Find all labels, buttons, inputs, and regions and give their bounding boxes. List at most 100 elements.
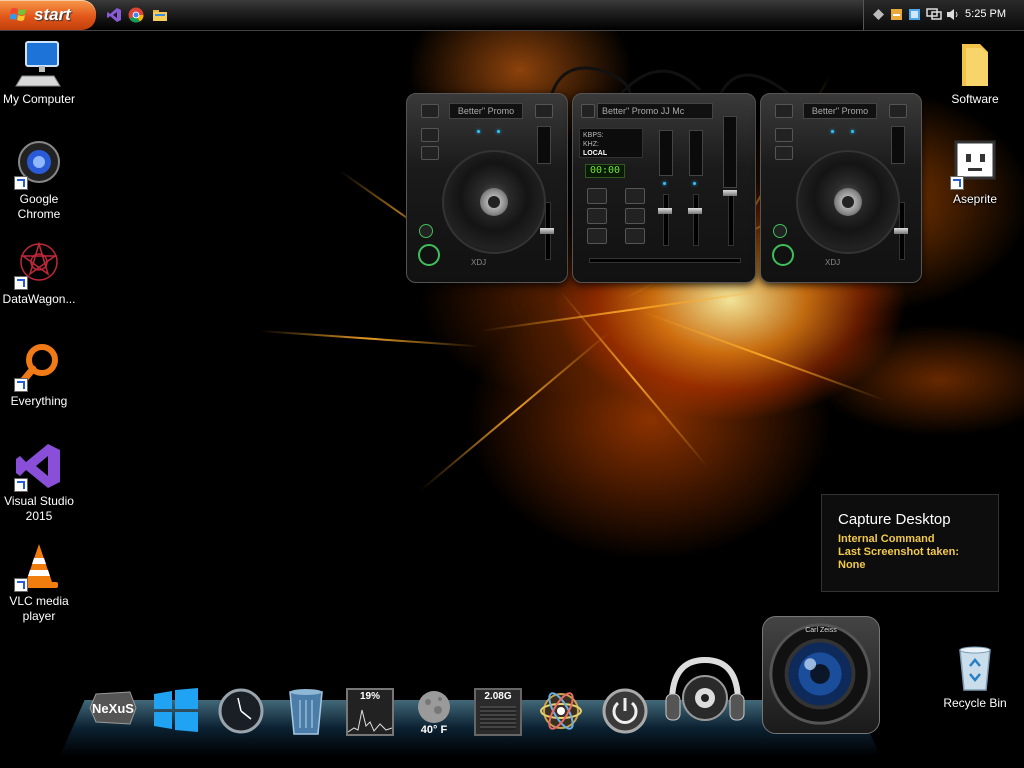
right-channel-meter [689, 130, 703, 176]
desktop-icon-aseprite[interactable]: Aseprite [936, 140, 1014, 207]
cpu-graph-icon[interactable]: 19% [346, 688, 394, 736]
mixer-led [663, 182, 666, 185]
wallpaper-streak [419, 329, 613, 492]
folder-icon [962, 44, 988, 86]
master-meter [723, 116, 737, 188]
nexus-logo-icon[interactable]: NeXuS [86, 688, 140, 728]
computer-icon [15, 41, 61, 87]
recycle-bin-icon[interactable] [286, 688, 326, 736]
recycle-bin-icon [959, 646, 991, 691]
desktop-icon-vlc[interactable]: VLC media player [0, 542, 78, 624]
clock[interactable]: 5:25 PM [965, 8, 1006, 20]
loop-button[interactable] [535, 104, 553, 118]
desktop-icon-everything[interactable]: Everything [0, 342, 78, 409]
visual-studio-icon[interactable] [106, 7, 122, 23]
desktop-icon-recycle-bin[interactable]: Recycle Bin [936, 644, 1014, 711]
mixer[interactable]: Better" Promo JJ Mc KBPS: KHZ: LOCAL 00:… [572, 93, 756, 283]
next-track-button[interactable] [421, 128, 439, 142]
folder-icon[interactable] [152, 7, 168, 23]
playlist-button[interactable] [587, 188, 607, 204]
left-channel-fader[interactable] [663, 194, 669, 246]
right-channel-fader[interactable] [693, 194, 699, 246]
desktop-icon-google-chrome[interactable]: Google Chrome [0, 140, 78, 222]
wallpaper-streak [259, 330, 480, 348]
master-fader[interactable] [728, 194, 734, 246]
headphones-icon[interactable] [664, 654, 746, 732]
window-icon[interactable] [908, 8, 921, 21]
jog-wheel[interactable] [442, 150, 546, 254]
tool-icon[interactable] [890, 8, 903, 21]
mixer-led [693, 182, 696, 185]
windows-flag-icon [10, 8, 26, 21]
clock-gauge-icon[interactable] [218, 688, 264, 734]
mixer-minimize-button[interactable] [581, 104, 595, 118]
windows-start-icon[interactable] [152, 688, 200, 732]
deck-led [851, 130, 854, 133]
next-track-button[interactable] [775, 128, 793, 142]
loop-button[interactable] [889, 104, 907, 118]
shortcut-arrow-icon [950, 176, 964, 190]
pitch-fader-knob[interactable] [894, 228, 908, 234]
chrome-icon[interactable] [128, 7, 144, 23]
memory-meter-icon[interactable]: 2.08G [474, 688, 522, 736]
atom-icon[interactable] [538, 688, 584, 734]
desktop-icon-label: My Computer [2, 92, 76, 106]
network-diamond-icon[interactable] [872, 8, 885, 21]
weather-moon-icon[interactable]: 40° F [414, 690, 454, 740]
shortcut-arrow-icon [14, 176, 28, 190]
play-pause-button[interactable] [418, 244, 440, 266]
deck-track-title: Better" Promo [803, 103, 877, 119]
desktop-icon-label: DataWagon... [2, 292, 76, 306]
shuffle-button[interactable] [625, 208, 645, 224]
cpu-percent: 19% [359, 691, 380, 702]
jog-wheel-center [834, 188, 862, 216]
effects-button[interactable] [587, 228, 607, 244]
camera-lens-icon[interactable]: Carl Zeiss [762, 616, 880, 734]
desktop-icon-label: Everything [10, 394, 68, 408]
tooltip-line-screenshot: Last Screenshot taken: [838, 546, 960, 558]
weather-temperature: 40° F [420, 724, 448, 736]
cue-button[interactable] [419, 224, 433, 238]
mixer-info-khz: KHZ: [583, 141, 599, 148]
desktop-icon-label: Visual Studio 2015 [4, 494, 74, 523]
eject-button[interactable] [775, 104, 793, 118]
left-channel-fader-knob[interactable] [658, 208, 672, 214]
prev-track-button[interactable] [421, 146, 439, 160]
power-icon[interactable] [602, 688, 648, 734]
record-button[interactable] [587, 208, 607, 224]
mixer-track-title: Better" Promo JJ Mc [597, 103, 713, 119]
start-button[interactable]: start [0, 0, 96, 30]
deck-track-title: Better" Promo [449, 103, 523, 119]
crossfader-track[interactable] [589, 258, 741, 263]
desktop-icon-label: Software [951, 92, 999, 106]
eject-button[interactable] [421, 104, 439, 118]
prev-track-button[interactable] [775, 146, 793, 160]
desktop-icon-visual-studio[interactable]: Visual Studio 2015 [0, 442, 78, 524]
memory-bars [480, 706, 516, 730]
pitch-fader-knob[interactable] [540, 228, 554, 234]
memory-usage: 2.08G [484, 691, 512, 702]
desktop[interactable]: start 5:25 PM My Computer Google Chrome … [0, 0, 1024, 768]
desktop-icon-datawagon[interactable]: DataWagon... [0, 240, 78, 307]
deck-led [497, 130, 500, 133]
monitor-icon[interactable] [926, 8, 942, 21]
master-fader-knob[interactable] [723, 190, 737, 196]
speaker-icon[interactable] [946, 8, 959, 21]
desktop-icon-software[interactable]: Software [936, 40, 1014, 107]
jog-wheel[interactable] [796, 150, 900, 254]
deck-led [831, 130, 834, 133]
desktop-icon-my-computer[interactable]: My Computer [0, 40, 78, 107]
cue-button[interactable] [773, 224, 787, 238]
repeat-button[interactable] [625, 228, 645, 244]
wallpaper-streak [639, 310, 885, 401]
deck-led [477, 130, 480, 133]
equalizer-button[interactable] [625, 188, 645, 204]
play-pause-button[interactable] [772, 244, 794, 266]
left-deck[interactable]: Better" Promo XDJ [406, 93, 568, 283]
right-channel-fader-knob[interactable] [688, 208, 702, 214]
jog-wheel-center [480, 188, 508, 216]
svg-text:NeXuS: NeXuS [92, 701, 134, 716]
tooltip-line-status: None [838, 559, 866, 571]
right-deck[interactable]: Better" Promo XDJ [760, 93, 922, 283]
tooltip-line-command: Internal Command [838, 533, 935, 545]
